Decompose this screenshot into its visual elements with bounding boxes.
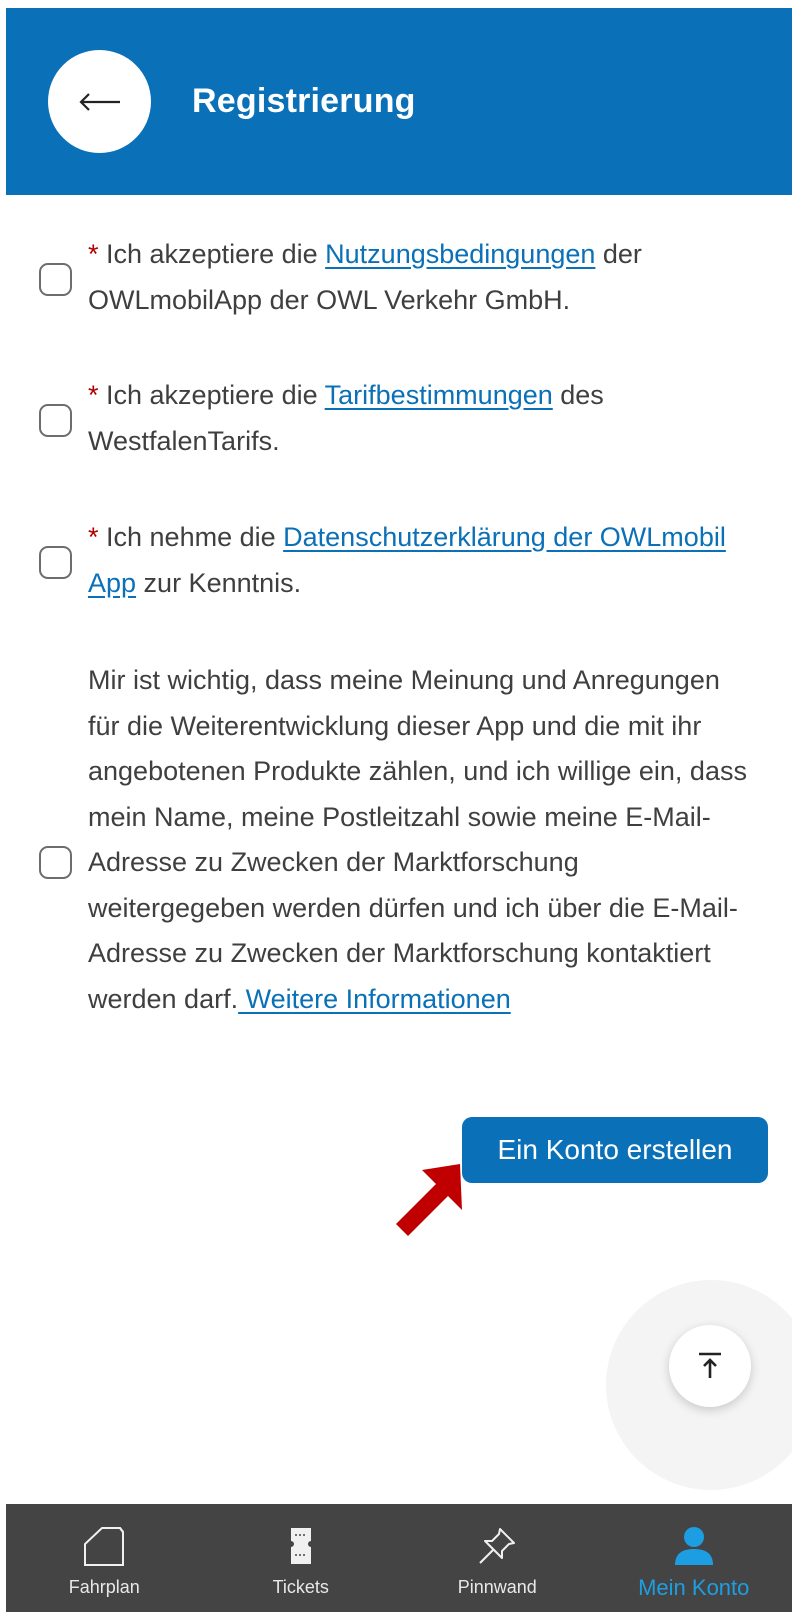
consent-text-part: zur Kenntnis. <box>136 567 302 598</box>
back-button[interactable] <box>48 50 151 153</box>
consent-text-part: Ich nehme die <box>98 522 284 552</box>
nav-label-fahrplan: Fahrplan <box>68 1577 140 1597</box>
privacy-policy-checkbox[interactable] <box>39 546 72 579</box>
user-icon <box>670 1522 718 1570</box>
home-outline-icon <box>80 1522 128 1570</box>
terms-of-use-checkbox[interactable] <box>39 263 72 296</box>
required-mark: * <box>88 522 99 552</box>
market-research-text: Mir ist wichtig, dass meine Meinung und … <box>88 658 758 1022</box>
nav-label-mein-konto: Mein Konto <box>638 1575 750 1600</box>
scroll-to-top-button[interactable] <box>669 1325 751 1407</box>
required-mark: * <box>88 239 99 269</box>
nav-item-tickets[interactable]: Tickets <box>203 1504 400 1612</box>
nav-item-pinnwand[interactable]: Pinnwand <box>399 1504 596 1612</box>
consent-text-part: Ich akzeptiere die <box>98 380 325 410</box>
terms-of-use-text: * Ich akzeptiere die Nutzungsbedingungen… <box>88 232 758 323</box>
tariff-rules-text: * Ich akzeptiere die Tarifbestimmungen d… <box>88 373 758 464</box>
arrow-left-icon <box>78 92 120 111</box>
bottom-navigation: Fahrplan Tickets Pinnwand Mein Konto <box>6 1504 792 1612</box>
pushpin-icon <box>473 1522 521 1570</box>
tariff-rules-checkbox[interactable] <box>39 404 72 437</box>
more-information-link[interactable]: Weitere Informationen <box>238 984 511 1014</box>
terms-of-use-link[interactable]: Nutzungsbedingungen <box>325 239 595 269</box>
page-title: Registrierung <box>192 82 416 120</box>
nav-label-tickets: Tickets <box>272 1577 329 1597</box>
nav-item-fahrplan[interactable]: Fahrplan <box>6 1504 203 1612</box>
arrow-up-to-top-icon <box>699 1352 721 1378</box>
annotation-arrow-icon <box>396 1164 462 1236</box>
required-mark: * <box>88 380 99 410</box>
app-header: Registrierung <box>6 8 792 195</box>
privacy-policy-text: * Ich nehme die Datenschutzerklärung der… <box>88 515 758 606</box>
tariff-rules-link[interactable]: Tarifbestimmungen <box>325 380 553 410</box>
consent-text-part: Mir ist wichtig, dass meine Meinung und … <box>88 665 747 1014</box>
nav-label-pinnwand: Pinnwand <box>457 1577 537 1597</box>
nav-item-mein-konto[interactable]: Mein Konto <box>596 1504 792 1612</box>
create-account-button[interactable]: Ein Konto erstellen <box>462 1117 768 1183</box>
ticket-icon <box>277 1522 325 1570</box>
consent-text-part: Ich akzeptiere die <box>98 239 326 269</box>
market-research-checkbox[interactable] <box>39 846 72 879</box>
